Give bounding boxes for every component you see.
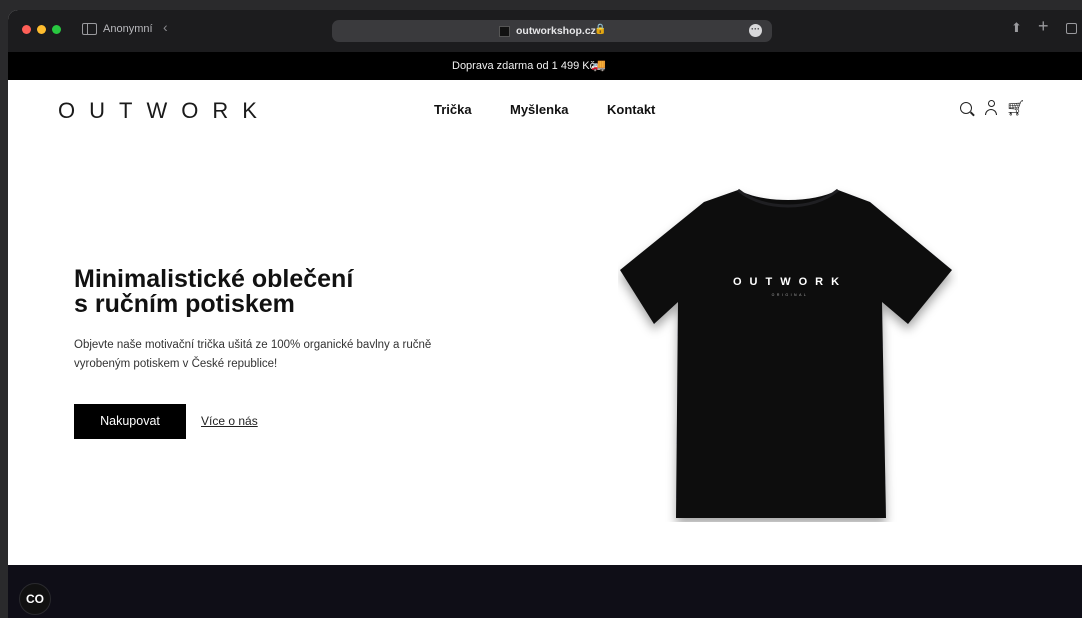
back-icon[interactable]: ‹ — [163, 19, 168, 35]
about-link[interactable]: Více o nás — [201, 414, 258, 428]
hero-section: Minimalistické oblečení s ručním potiske… — [8, 140, 1082, 565]
hero-title: Minimalistické oblečení s ručním potiske… — [74, 267, 494, 317]
nav-item-myslenka[interactable]: Myšlenka — [510, 102, 569, 117]
tabs-overview-icon[interactable] — [1066, 23, 1077, 34]
shipping-text: Doprava zdarma od 1 499 Kč — [452, 60, 596, 72]
address-bar[interactable]: outworkshop.cz 🔒 ··· — [332, 20, 772, 42]
logo[interactable]: OUTWORK — [58, 98, 271, 124]
nav-item-tricka[interactable]: Trička — [434, 102, 472, 117]
more-icon[interactable]: ··· — [749, 24, 762, 37]
tshirt-print-sub: ORIGINAL — [772, 293, 809, 297]
url-text[interactable]: outworkshop.cz — [516, 25, 596, 37]
hero-title-line-1: Minimalistické oblečení — [74, 265, 354, 293]
shop-button[interactable]: Nakupovat — [74, 404, 186, 439]
tshirt-image: OUTWORK ORIGINAL — [620, 188, 952, 518]
close-window-button[interactable] — [22, 25, 31, 34]
cookie-settings-button[interactable]: CO — [19, 583, 51, 615]
minimize-window-button[interactable] — [37, 25, 46, 34]
hero-description-line-2: vyrobeným potiskem v České republice! — [74, 358, 278, 370]
cart-icon[interactable]: 🛒︎ — [1006, 99, 1025, 117]
dark-section — [8, 565, 1082, 618]
browser-toolbar: Anonymní ‹ outworkshop.cz 🔒 ··· ⬆ + — [8, 10, 1082, 52]
browser-window: Anonymní ‹ outworkshop.cz 🔒 ··· ⬆ + Dopr… — [8, 10, 1082, 618]
hero-description-line-1: Objevte naše motivační trička ušitá ze 1… — [74, 339, 432, 351]
nav-item-kontakt[interactable]: Kontakt — [607, 102, 655, 117]
tshirt-print: OUTWORK — [733, 276, 847, 288]
sidebar-icon[interactable] — [82, 23, 97, 35]
lock-icon: 🔒 — [594, 24, 607, 35]
hero-description: Objevte naše motivační trička ušitá ze 1… — [74, 336, 514, 374]
site-header: OUTWORK Trička Myšlenka Kontakt 🛒︎ — [8, 80, 1082, 140]
hero-title-line-2: s ručním potiskem — [74, 290, 295, 318]
favicon-icon — [499, 26, 510, 37]
user-icon[interactable] — [984, 100, 998, 116]
truck-icon: 🚚 — [591, 58, 606, 72]
search-icon[interactable] — [960, 102, 972, 114]
share-icon[interactable]: ⬆ — [1011, 20, 1022, 36]
shipping-banner: Doprava zdarma od 1 499 Kč 🚚 — [8, 52, 1082, 80]
profile-label[interactable]: Anonymní — [103, 23, 153, 35]
zoom-window-button[interactable] — [52, 25, 61, 34]
new-tab-icon[interactable]: + — [1038, 16, 1049, 37]
